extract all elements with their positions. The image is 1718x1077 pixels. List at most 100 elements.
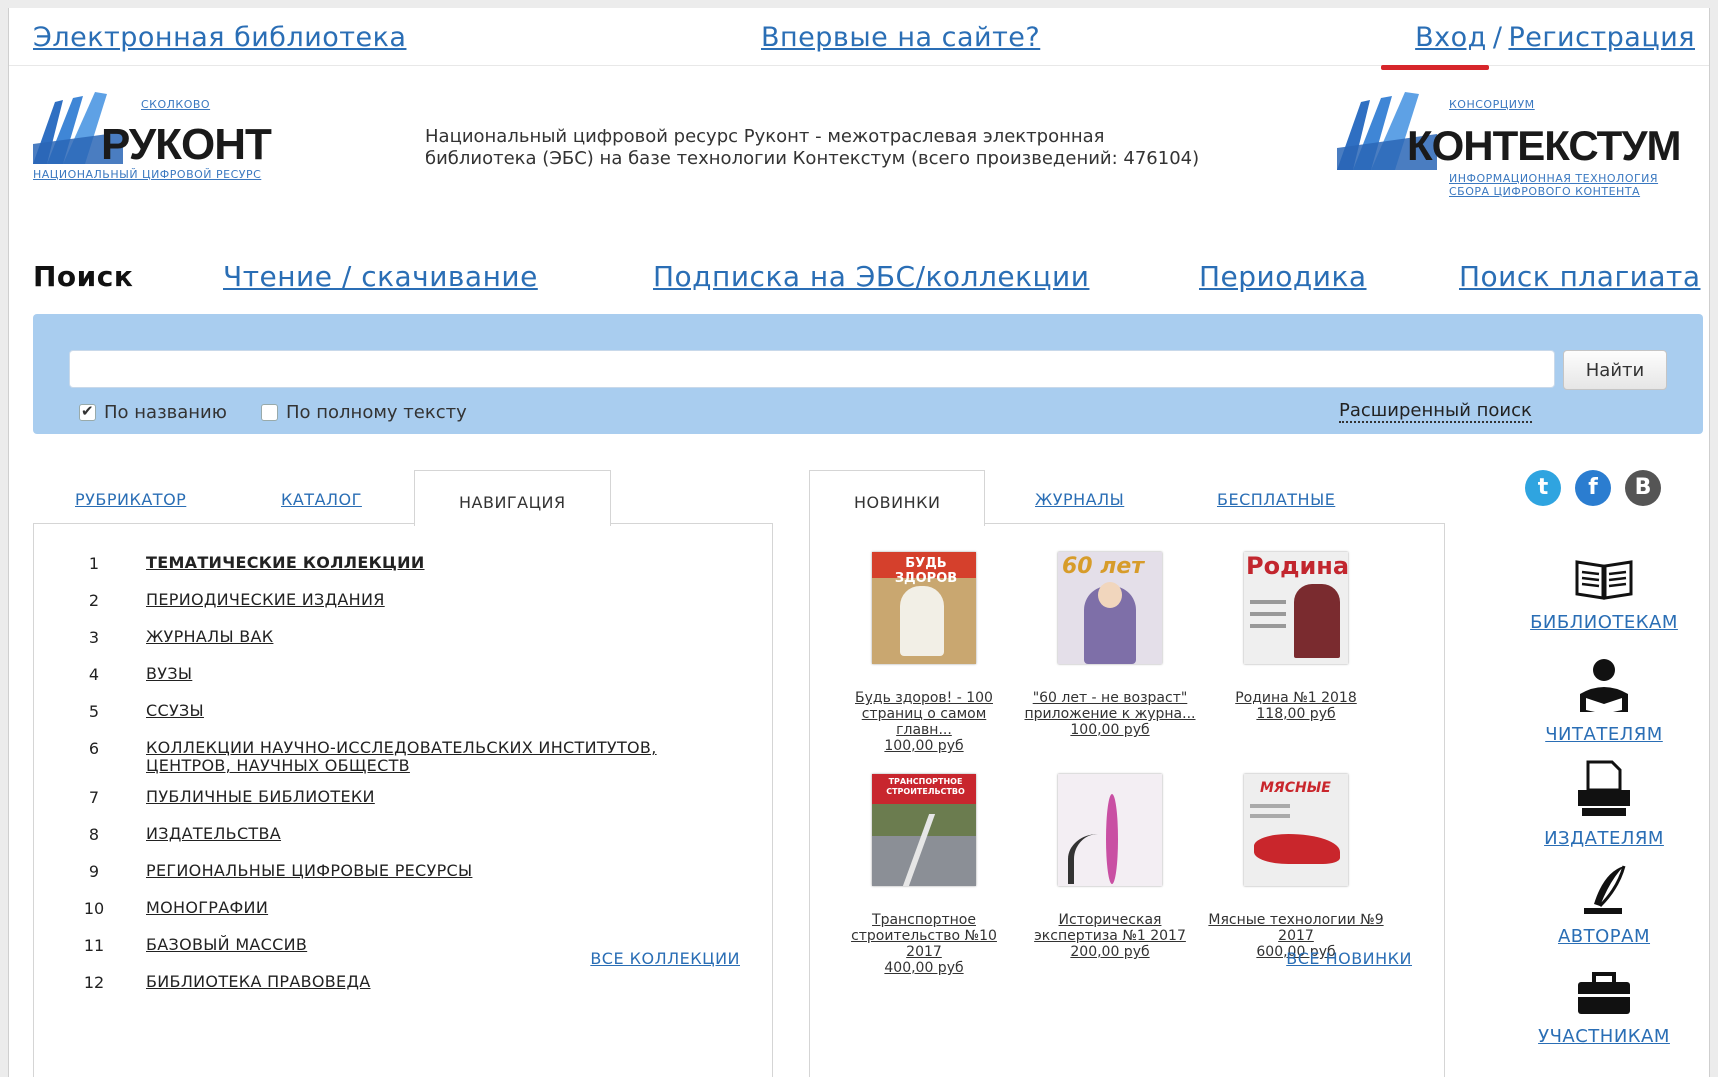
list-item-link[interactable]: ИЗДАТЕЛЬСТВА bbox=[146, 825, 706, 843]
nav-subscription[interactable]: Подписка на ЭБС/коллекции bbox=[653, 260, 1089, 293]
tab-navigation[interactable]: НАВИГАЦИЯ bbox=[414, 470, 611, 526]
advanced-search-link[interactable]: Расширенный поиск bbox=[1339, 400, 1532, 423]
search-input[interactable] bbox=[69, 350, 1555, 388]
list-item-number: 5 bbox=[88, 702, 100, 721]
book-cover[interactable]: 60 лет bbox=[1058, 552, 1162, 664]
library-link[interactable]: Электронная библиотека bbox=[33, 22, 406, 53]
book-card[interactable]: МЯСНЫЕ Мясные технологии №9 2017 600,00 р… bbox=[1206, 774, 1386, 960]
reader-icon bbox=[1580, 659, 1628, 714]
book-title[interactable]: Будь здоров! - 100 страниц о самом главн… bbox=[834, 690, 1014, 754]
list-item-link[interactable]: ЖУРНАЛЫ ВАК bbox=[146, 628, 706, 646]
tab-rubricator[interactable]: РУБРИКАТОР bbox=[75, 490, 186, 509]
list-item-number: 7 bbox=[88, 788, 100, 807]
participants-label[interactable]: УЧАСТНИКАМ bbox=[1519, 1026, 1689, 1047]
left-tabs: РУБРИКАТОР КАТАЛОГ НАВИГАЦИЯ bbox=[33, 470, 773, 526]
by-fulltext-option[interactable]: По полному тексту bbox=[261, 402, 467, 423]
list-item-link[interactable]: ПУБЛИЧНЫЕ БИБЛИОТЕКИ bbox=[146, 788, 706, 806]
search-panel: Найти По названию По полному тексту Расш… bbox=[33, 314, 1703, 434]
list-item-number: 6 bbox=[88, 739, 100, 758]
book-cover[interactable]: МЯСНЫЕ bbox=[1244, 774, 1348, 886]
list-item-number: 2 bbox=[88, 591, 100, 610]
nav-reading[interactable]: Чтение / скачивание bbox=[223, 260, 538, 293]
top-bar: Электронная библиотека Впервые на сайте?… bbox=[9, 8, 1709, 66]
all-collections-link[interactable]: ВСЕ КОЛЛЕКЦИИ bbox=[590, 949, 740, 968]
nav-search[interactable]: Поиск bbox=[33, 260, 133, 293]
tab-free[interactable]: БЕСПЛАТНЫЕ bbox=[1217, 490, 1335, 509]
list-item-link[interactable]: ПЕРИОДИЧЕСКИЕ ИЗДАНИЯ bbox=[146, 591, 706, 609]
by-title-checkbox[interactable] bbox=[79, 402, 96, 421]
book-cover-title: 60 лет bbox=[1062, 554, 1145, 579]
tab-new[interactable]: НОВИНКИ bbox=[809, 470, 986, 526]
book-card[interactable]: 60 лет "60 лет - не возраст" приложение … bbox=[1020, 552, 1200, 738]
list-item-link[interactable]: РЕГИОНАЛЬНЫЕ ЦИФРОВЫЕ РЕСУРСЫ bbox=[146, 862, 706, 880]
kontextum-consortium-label: КОНСОРЦИУМ bbox=[1449, 98, 1535, 111]
login-underline-accent bbox=[1381, 65, 1489, 70]
tab-catalog[interactable]: КАТАЛОГ bbox=[281, 490, 362, 509]
participants-link[interactable]: УЧАСТНИКАМ bbox=[1519, 972, 1689, 1047]
book-cover[interactable]: БУДЬ ЗДОРОВ bbox=[872, 552, 976, 664]
book-title[interactable]: Транспортное строительство №10 2017 400,0… bbox=[834, 912, 1014, 976]
book-cover[interactable]: ТРАНСПОРТНОЕ СТРОИТЕЛЬСТВО bbox=[872, 774, 976, 886]
kontextum-name: КОНТЕКСТУМ bbox=[1407, 122, 1681, 169]
list-item-number: 12 bbox=[83, 973, 105, 992]
facebook-icon[interactable]: f bbox=[1575, 470, 1611, 506]
all-new-link[interactable]: ВСЕ НОВИНКИ bbox=[1286, 949, 1412, 968]
book-title[interactable]: Родина №1 2018 118,00 руб bbox=[1206, 690, 1386, 722]
site-description: Национальный цифровой ресурс Руконт - ме… bbox=[425, 126, 1200, 169]
twitter-icon[interactable]: t bbox=[1525, 470, 1561, 506]
first-time-link[interactable]: Впервые на сайте? bbox=[761, 22, 1040, 53]
by-title-option[interactable]: По названию bbox=[79, 402, 227, 423]
book-cover-title: БУДЬ ЗДОРОВ bbox=[894, 556, 958, 586]
nav-plagiarism[interactable]: Поиск плагиата bbox=[1459, 260, 1701, 293]
list-item-link[interactable]: ССУЗЫ bbox=[146, 702, 706, 720]
new-items-tabs: НОВИНКИ ЖУРНАЛЫ БЕСПЛАТНЫЕ bbox=[809, 470, 1445, 526]
rukont-logo[interactable]: СКОЛКОВО РУКОНТ НАЦИОНАЛЬНЫЙ ЦИФРОВОЙ РЕ… bbox=[33, 92, 313, 202]
list-item-number: 4 bbox=[88, 665, 100, 684]
rukont-skolkovo-label: СКОЛКОВО bbox=[141, 98, 211, 111]
libraries-link[interactable]: БИБЛИОТЕКАМ bbox=[1519, 556, 1689, 633]
list-item-link[interactable]: БИБЛИОТЕКА ПРАВОВЕДА bbox=[146, 973, 706, 991]
kontextum-logo[interactable]: КОНСОРЦИУМ КОНТЕКСТУМ ИНФОРМАЦИОННАЯ ТЕХ… bbox=[1337, 92, 1707, 212]
readers-label[interactable]: ЧИТАТЕЛЯМ bbox=[1519, 724, 1689, 745]
book-cover-title: МЯСНЫЕ bbox=[1260, 780, 1331, 796]
book-cover-title: Родина bbox=[1246, 552, 1348, 580]
list-item-number: 8 bbox=[88, 825, 100, 844]
book-card[interactable]: ТРАНСПОРТНОЕ СТРОИТЕЛЬСТВО Транспортное … bbox=[834, 774, 1014, 976]
authors-link[interactable]: АВТОРАМ bbox=[1519, 864, 1689, 947]
list-item-link[interactable]: ВУЗЫ bbox=[146, 665, 706, 683]
book-icon bbox=[1575, 560, 1633, 600]
book-cover[interactable] bbox=[1058, 774, 1162, 886]
auth-links: Вход / Регистрация bbox=[1415, 22, 1695, 53]
tab-journals[interactable]: ЖУРНАЛЫ bbox=[1035, 490, 1124, 509]
page: Электронная библиотека Впервые на сайте?… bbox=[8, 8, 1710, 1077]
book-cover[interactable]: Родина bbox=[1244, 552, 1348, 664]
new-items-panel: БУДЬ ЗДОРОВ Будь здоров! - 100 страниц о… bbox=[809, 523, 1445, 1077]
quill-icon bbox=[1584, 865, 1626, 914]
authors-label[interactable]: АВТОРАМ bbox=[1519, 926, 1689, 947]
login-link[interactable]: Вход bbox=[1415, 22, 1487, 53]
register-link[interactable]: Регистрация bbox=[1508, 22, 1695, 53]
book-card[interactable]: Историческая экспертиза №1 2017 200,00 ру… bbox=[1020, 774, 1200, 960]
list-item-number: 3 bbox=[88, 628, 100, 647]
book-title[interactable]: "60 лет - не возраст" приложение к журна… bbox=[1020, 690, 1200, 738]
rukont-name: РУКОНТ bbox=[101, 120, 272, 169]
vkontakte-icon[interactable]: В bbox=[1625, 470, 1661, 506]
auth-separator: / bbox=[1492, 22, 1503, 53]
by-fulltext-checkbox[interactable] bbox=[261, 404, 278, 421]
publishers-label[interactable]: ИЗДАТЕЛЯМ bbox=[1519, 828, 1689, 849]
book-title[interactable]: Историческая экспертиза №1 2017 200,00 ру… bbox=[1020, 912, 1200, 960]
publishers-link[interactable]: ИЗДАТЕЛЯМ bbox=[1519, 760, 1689, 849]
readers-link[interactable]: ЧИТАТЕЛЯМ bbox=[1519, 658, 1689, 745]
list-item-link[interactable]: ТЕМАТИЧЕСКИЕ КОЛЛЕКЦИИ bbox=[146, 554, 706, 572]
list-item-number: 1 bbox=[88, 554, 100, 573]
list-item-link[interactable]: МОНОГРАФИИ bbox=[146, 899, 706, 917]
list-item-link[interactable]: КОЛЛЕКЦИИ НАУЧНО-ИССЛЕДОВАТЕЛЬСКИХ ИНСТИ… bbox=[146, 739, 706, 775]
search-button[interactable]: Найти bbox=[1563, 350, 1667, 390]
list-item-number: 11 bbox=[83, 936, 105, 955]
book-card[interactable]: Родина Родина №1 2018 118,00 руб bbox=[1206, 552, 1386, 722]
libraries-label[interactable]: БИБЛИОТЕКАМ bbox=[1519, 612, 1689, 633]
collections-panel: 1 ТЕМАТИЧЕСКИЕ КОЛЛЕКЦИИ 2 ПЕРИОДИЧЕСКИЕ И… bbox=[33, 523, 773, 1077]
rukont-subtitle: НАЦИОНАЛЬНЫЙ ЦИФРОВОЙ РЕСУРС bbox=[33, 168, 262, 181]
nav-periodicals[interactable]: Периодика bbox=[1199, 260, 1367, 293]
book-card[interactable]: БУДЬ ЗДОРОВ Будь здоров! - 100 страниц о… bbox=[834, 552, 1014, 754]
